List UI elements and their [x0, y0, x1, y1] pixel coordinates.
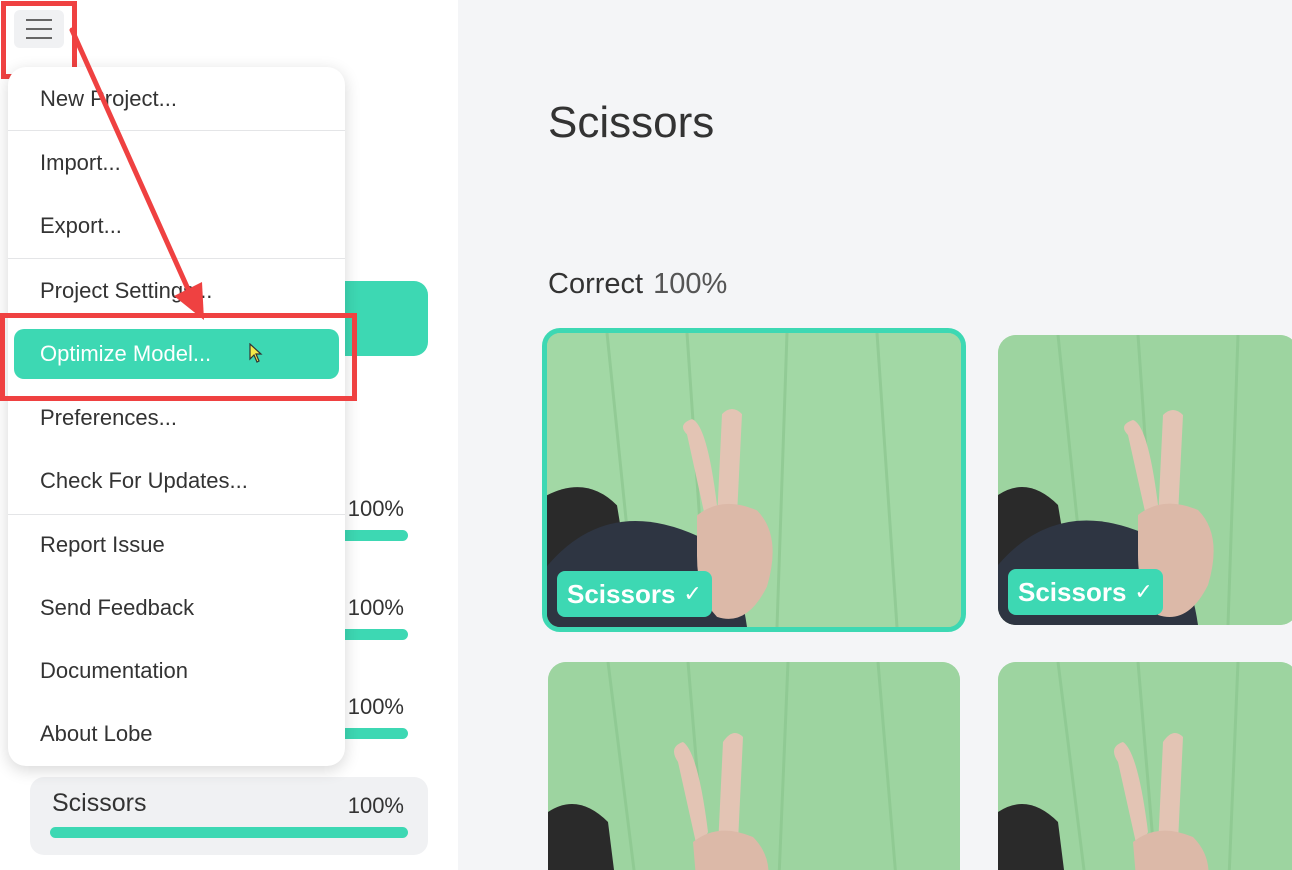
annotation-arrow	[69, 27, 204, 320]
